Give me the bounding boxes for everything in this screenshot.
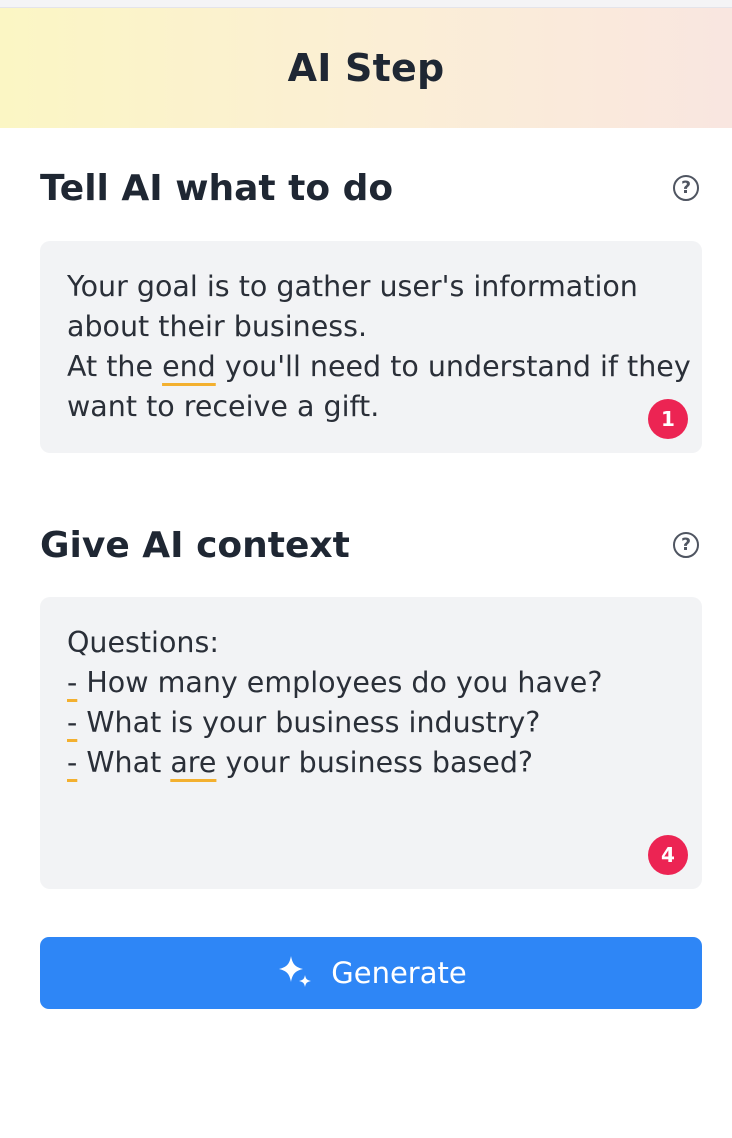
textarea-line: - What is your business industry? bbox=[67, 706, 541, 739]
generate-button[interactable]: Generate bbox=[40, 937, 702, 1009]
context-textarea[interactable]: Questions: - How many employees do you h… bbox=[40, 597, 702, 889]
textarea-line: - How many employees do you have? bbox=[67, 666, 603, 699]
question-circle-icon[interactable]: ? bbox=[673, 532, 699, 558]
section-title-context: Give AI context bbox=[40, 524, 350, 566]
page-title: AI Step bbox=[287, 46, 445, 90]
instruction-textarea[interactable]: Your goal is to gather user's informatio… bbox=[40, 241, 702, 453]
textarea-line: want to receive a gift. bbox=[67, 390, 380, 423]
spelling-underline: - bbox=[67, 706, 78, 739]
section-context-header: Give AI context ? bbox=[40, 515, 702, 575]
textarea-line: Questions: bbox=[67, 626, 219, 659]
question-circle-icon[interactable]: ? bbox=[673, 175, 699, 201]
issue-count-badge[interactable]: 4 bbox=[648, 835, 688, 875]
generate-button-label: Generate bbox=[331, 956, 467, 990]
main-content: Tell AI what to do ? Your goal is to gat… bbox=[0, 158, 732, 1009]
spelling-underline: end bbox=[162, 350, 216, 383]
issue-count-badge[interactable]: 1 bbox=[648, 399, 688, 439]
textarea-line: At the end you'll need to understand if … bbox=[67, 350, 691, 383]
window-top-edge bbox=[0, 0, 732, 8]
section-tell-ai-header: Tell AI what to do ? bbox=[40, 158, 702, 218]
spelling-underline: are bbox=[170, 746, 217, 779]
page-header: AI Step bbox=[0, 8, 732, 128]
sparkle-icon bbox=[275, 953, 315, 993]
textarea-line: about their business. bbox=[67, 310, 368, 343]
spelling-underline: - bbox=[67, 746, 78, 779]
section-title-tell-ai: Tell AI what to do bbox=[40, 167, 394, 209]
spelling-underline: - bbox=[67, 666, 78, 699]
textarea-line: - What are your business based? bbox=[67, 746, 534, 779]
textarea-line: Your goal is to gather user's informatio… bbox=[67, 270, 638, 303]
